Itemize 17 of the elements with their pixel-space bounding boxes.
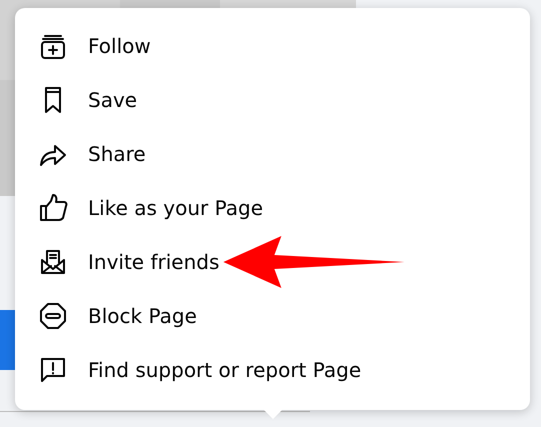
menu-item[interactable]: Like as your Page	[15, 181, 530, 235]
menu-item-label: Share	[88, 141, 146, 168]
menu-item[interactable]: Save	[15, 73, 530, 127]
block-icon	[37, 300, 69, 332]
menu-item[interactable]: Block Page	[15, 289, 530, 343]
menu-item-label: Block Page	[88, 303, 197, 330]
button[interactable]	[0, 310, 15, 370]
menu-item-label: Follow	[88, 33, 151, 60]
menu-item-label: Find support or report Page	[88, 357, 362, 384]
menu-item[interactable]: Invite friends	[15, 235, 530, 289]
thumbs-up-icon	[37, 192, 69, 224]
menu-item-label: Invite friends	[88, 249, 220, 276]
menu-item[interactable]: Find support or report Page	[15, 343, 530, 397]
menu-item[interactable]: Follow	[15, 19, 530, 73]
menu-item-label: Save	[88, 87, 138, 114]
menu-item-label: Like as your Page	[88, 195, 264, 222]
menu-item[interactable]: Share	[15, 127, 530, 181]
